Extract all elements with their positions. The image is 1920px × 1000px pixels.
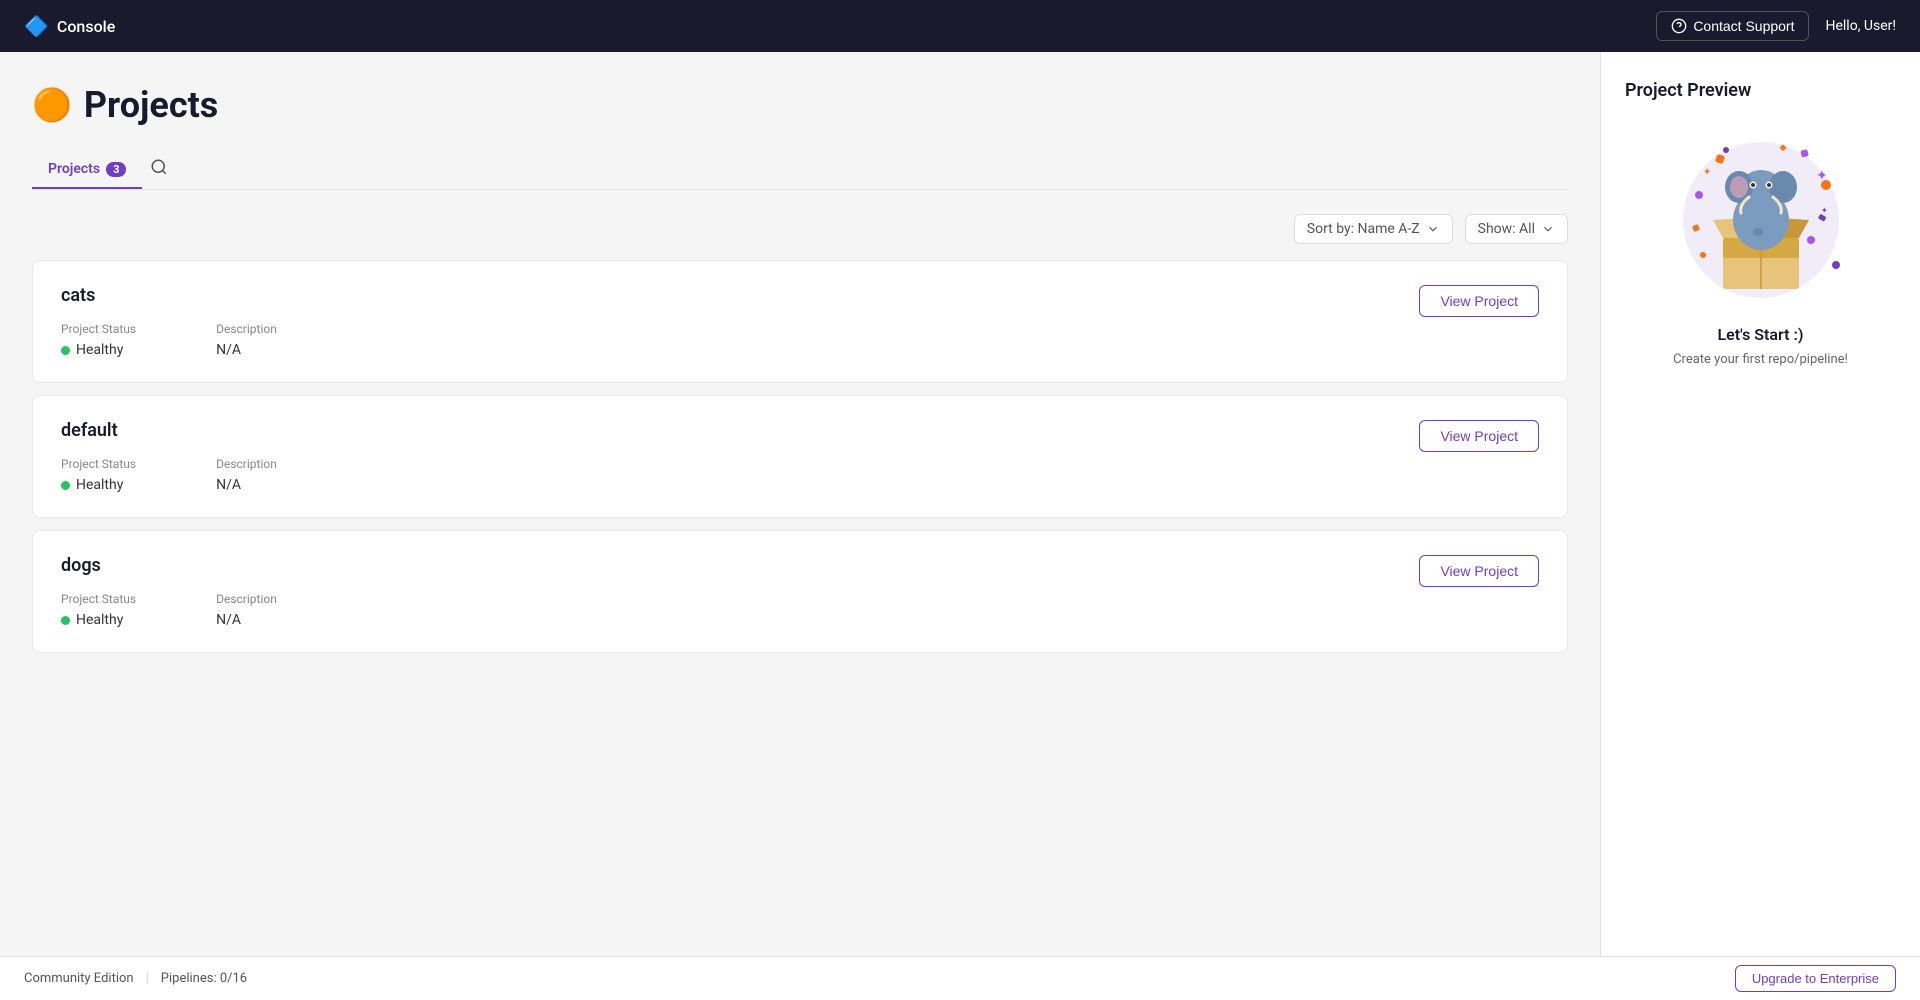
console-logo-icon: 🔷 <box>24 14 49 38</box>
view-project-button-dogs[interactable]: View Project <box>1419 555 1539 587</box>
project-name-default: default <box>61 420 1419 441</box>
tab-projects-label: Projects <box>48 161 100 177</box>
project-status-value-dogs: Healthy <box>61 612 136 628</box>
project-card-dogs: dogs Project Status Healthy Description … <box>32 530 1568 653</box>
project-status-label-dogs: Project Status <box>61 592 136 606</box>
project-status-label-cats: Project Status <box>61 322 136 336</box>
project-card-cats: cats Project Status Healthy Description … <box>32 260 1568 383</box>
footer: Community Edition | Pipelines: 0/16 Upgr… <box>0 956 1920 1000</box>
view-project-button-cats[interactable]: View Project <box>1419 285 1539 317</box>
project-status-section-default: Project Status Healthy <box>61 457 136 493</box>
project-description-section-default: Description N/A <box>216 457 277 493</box>
page-title: Projects <box>84 84 218 126</box>
status-dot-cats <box>61 346 70 355</box>
project-card-default: default Project Status Healthy Descripti… <box>32 395 1568 518</box>
header-right: Contact Support Hello, User! <box>1656 11 1896 41</box>
page-header: 🟠 Projects <box>32 84 1568 126</box>
sort-select-wrapper[interactable]: Sort by: Name A-Z <box>1294 214 1453 244</box>
preview-sidebar-title: Project Preview <box>1625 80 1896 101</box>
project-description-value-cats: N/A <box>216 342 277 358</box>
header-title: Console <box>57 17 115 36</box>
tab-projects-badge: 3 <box>106 162 126 177</box>
project-description-section-dogs: Description N/A <box>216 592 277 628</box>
status-dot-default <box>61 481 70 490</box>
sort-label: Sort by: Name A-Z <box>1307 221 1420 237</box>
preview-illustration: ✦ ✦ ✦ <box>1625 125 1896 305</box>
svg-text:✦: ✦ <box>1816 169 1828 184</box>
project-status-value-default: Healthy <box>61 477 136 493</box>
elephant-box-illustration: ✦ ✦ ✦ <box>1671 125 1851 305</box>
contact-support-button[interactable]: Contact Support <box>1656 11 1809 41</box>
upgrade-to-enterprise-button[interactable]: Upgrade to Enterprise <box>1735 965 1896 992</box>
project-name-cats: cats <box>61 285 1419 306</box>
header: 🔷 Console Contact Support Hello, User! <box>0 0 1920 52</box>
project-preview-sidebar: Project Preview <box>1600 52 1920 956</box>
project-description-section-cats: Description N/A <box>216 322 277 358</box>
search-icon <box>150 158 168 176</box>
search-button[interactable] <box>142 150 176 189</box>
edition-label: Community Edition <box>24 971 134 986</box>
show-chevron-icon <box>1541 222 1555 236</box>
status-dot-dogs <box>61 616 70 625</box>
show-select-wrapper[interactable]: Show: All <box>1465 214 1568 244</box>
content-area: 🟠 Projects Projects 3 Sort by: Name A-Z <box>0 52 1600 956</box>
main-layout: 🟠 Projects Projects 3 Sort by: Name A-Z <box>0 52 1920 956</box>
tab-projects[interactable]: Projects 3 <box>32 151 142 189</box>
header-left: 🔷 Console <box>24 14 115 38</box>
project-meta-cats: Project Status Healthy Description N/A <box>61 322 1419 358</box>
project-card-cats-left: cats Project Status Healthy Description … <box>61 285 1419 358</box>
project-description-label-default: Description <box>216 457 277 471</box>
project-status-section-dogs: Project Status Healthy <box>61 592 136 628</box>
footer-left: Community Edition | Pipelines: 0/16 <box>24 971 247 986</box>
support-icon <box>1671 18 1687 34</box>
pipelines-label: Pipelines: 0/16 <box>161 971 247 986</box>
project-name-dogs: dogs <box>61 555 1419 576</box>
project-description-label-dogs: Description <box>216 592 277 606</box>
projects-icon: 🟠 <box>32 86 72 124</box>
project-status-section-cats: Project Status Healthy <box>61 322 136 358</box>
view-project-button-default[interactable]: View Project <box>1419 420 1539 452</box>
sort-chevron-icon <box>1426 222 1440 236</box>
project-status-label-default: Project Status <box>61 457 136 471</box>
project-description-label-cats: Description <box>216 322 277 336</box>
project-meta-default: Project Status Healthy Description N/A <box>61 457 1419 493</box>
projects-list: cats Project Status Healthy Description … <box>32 260 1568 653</box>
svg-text:✦: ✦ <box>1703 167 1711 178</box>
preview-cta-desc: Create your first repo/pipeline! <box>1625 352 1896 367</box>
project-description-value-dogs: N/A <box>216 612 277 628</box>
project-card-default-left: default Project Status Healthy Descripti… <box>61 420 1419 493</box>
project-status-value-cats: Healthy <box>61 342 136 358</box>
footer-divider: | <box>146 971 149 986</box>
tabs-bar: Projects 3 <box>32 150 1568 190</box>
preview-cta-title: Let's Start :) <box>1625 325 1896 344</box>
project-description-value-default: N/A <box>216 477 277 493</box>
filter-bar: Sort by: Name A-Z Show: All <box>32 214 1568 244</box>
svg-text:✦: ✦ <box>1821 206 1828 215</box>
hello-user-label: Hello, User! <box>1825 18 1896 34</box>
project-card-dogs-left: dogs Project Status Healthy Description … <box>61 555 1419 628</box>
project-meta-dogs: Project Status Healthy Description N/A <box>61 592 1419 628</box>
show-label: Show: All <box>1478 221 1535 237</box>
